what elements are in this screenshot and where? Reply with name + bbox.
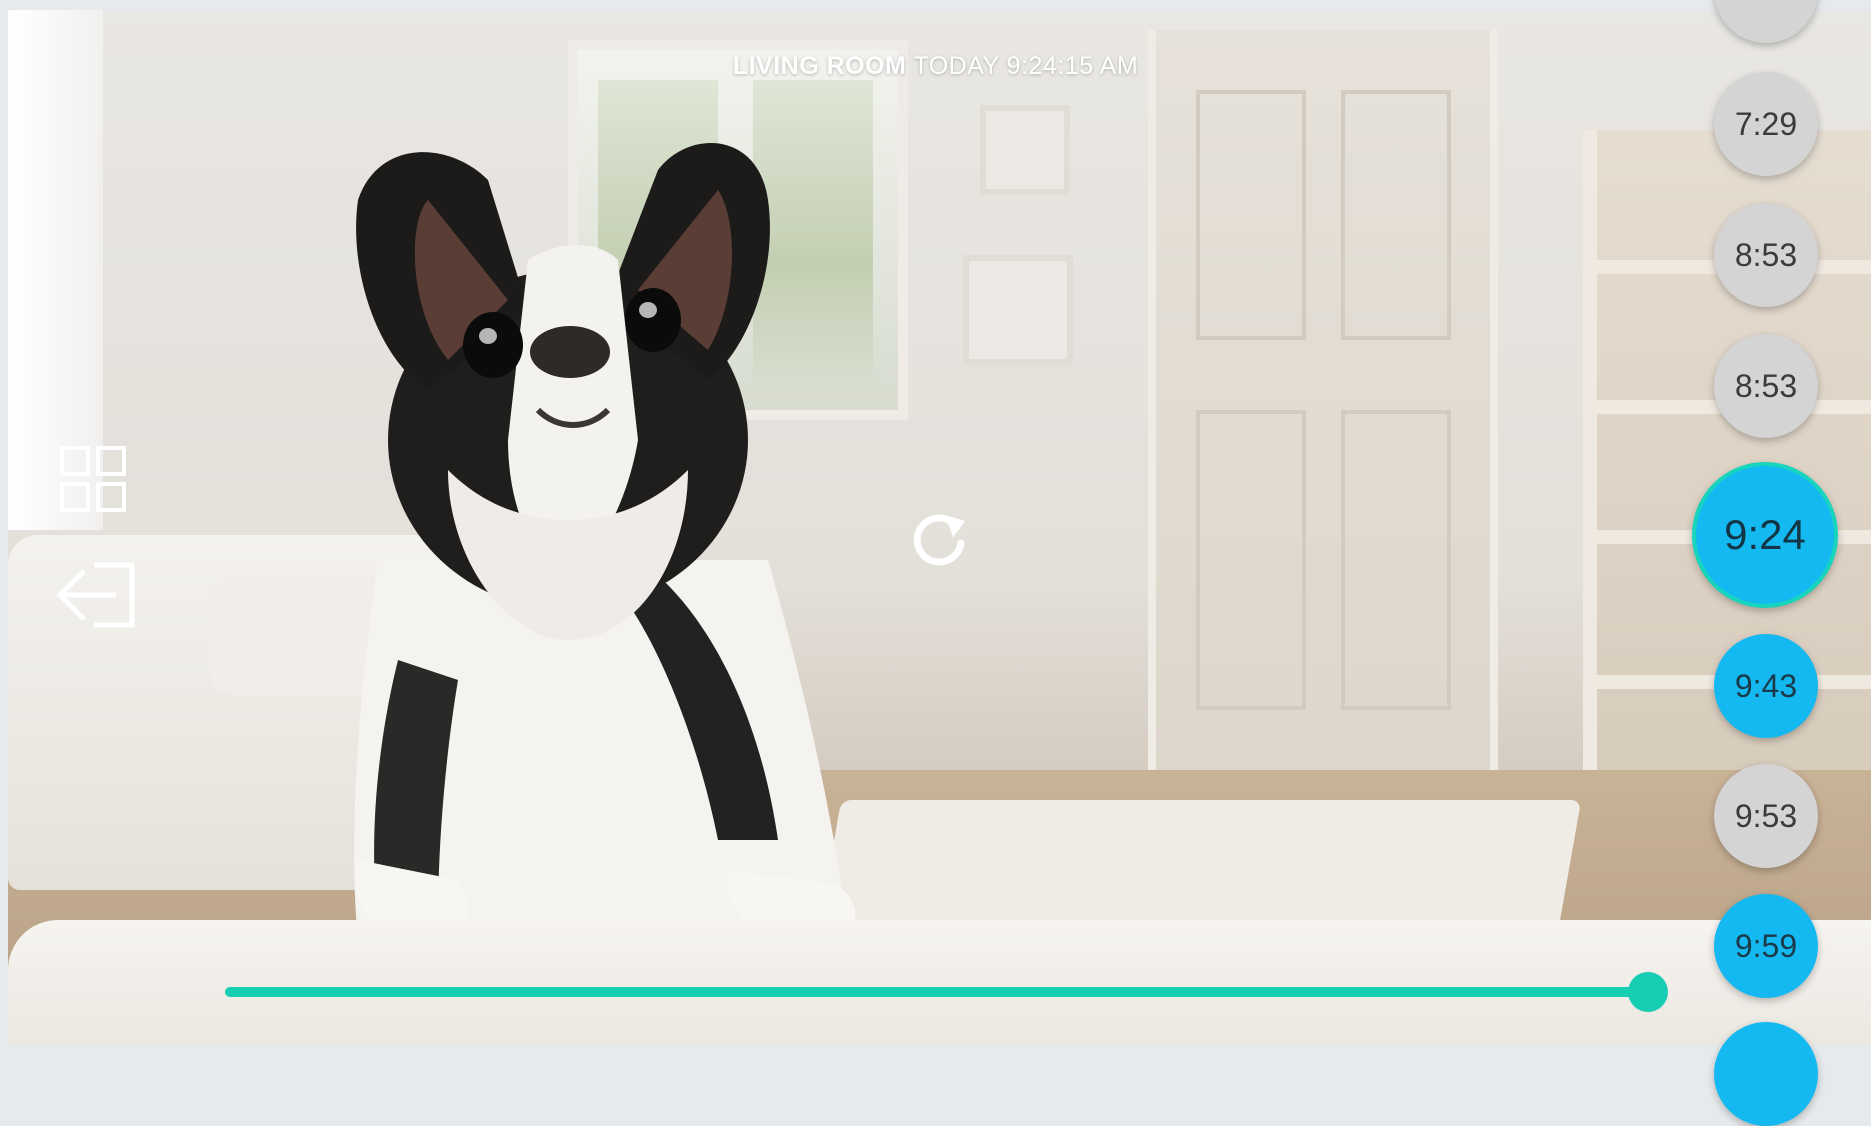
event-bubble[interactable]: 9:59 [1714,894,1818,998]
scrubber-handle[interactable] [1627,972,1668,1012]
scrubber-fill [225,987,1648,997]
exit-arrow-icon [56,562,135,628]
timestamp: TODAY 9:24:15 AM [913,52,1139,80]
grid-view-button[interactable] [58,444,128,514]
event-bubble[interactable]: 8:53 [1714,203,1818,307]
event-bubble[interactable]: 7:29 [1714,72,1818,176]
refresh-icon [913,514,965,566]
grid-view-icon [60,446,126,512]
room-name: LIVING ROOM [732,52,907,80]
event-bubble-selected[interactable]: 9:24 [1692,462,1838,608]
event-bubble[interactable]: 9:53 [1714,764,1818,868]
playback-scrubber[interactable] [225,972,1668,1012]
foreground-table [8,920,1871,1046]
event-bubble[interactable]: 8:53 [1714,334,1818,438]
camera-header: LIVING ROOM TODAY 9:24:15 AM [0,52,1871,81]
replay-button[interactable] [905,505,975,575]
event-bubble[interactable]: 9:43 [1714,634,1818,738]
dog-image [354,142,856,940]
exit-button[interactable] [52,560,138,630]
event-bubble[interactable] [1714,1022,1818,1126]
